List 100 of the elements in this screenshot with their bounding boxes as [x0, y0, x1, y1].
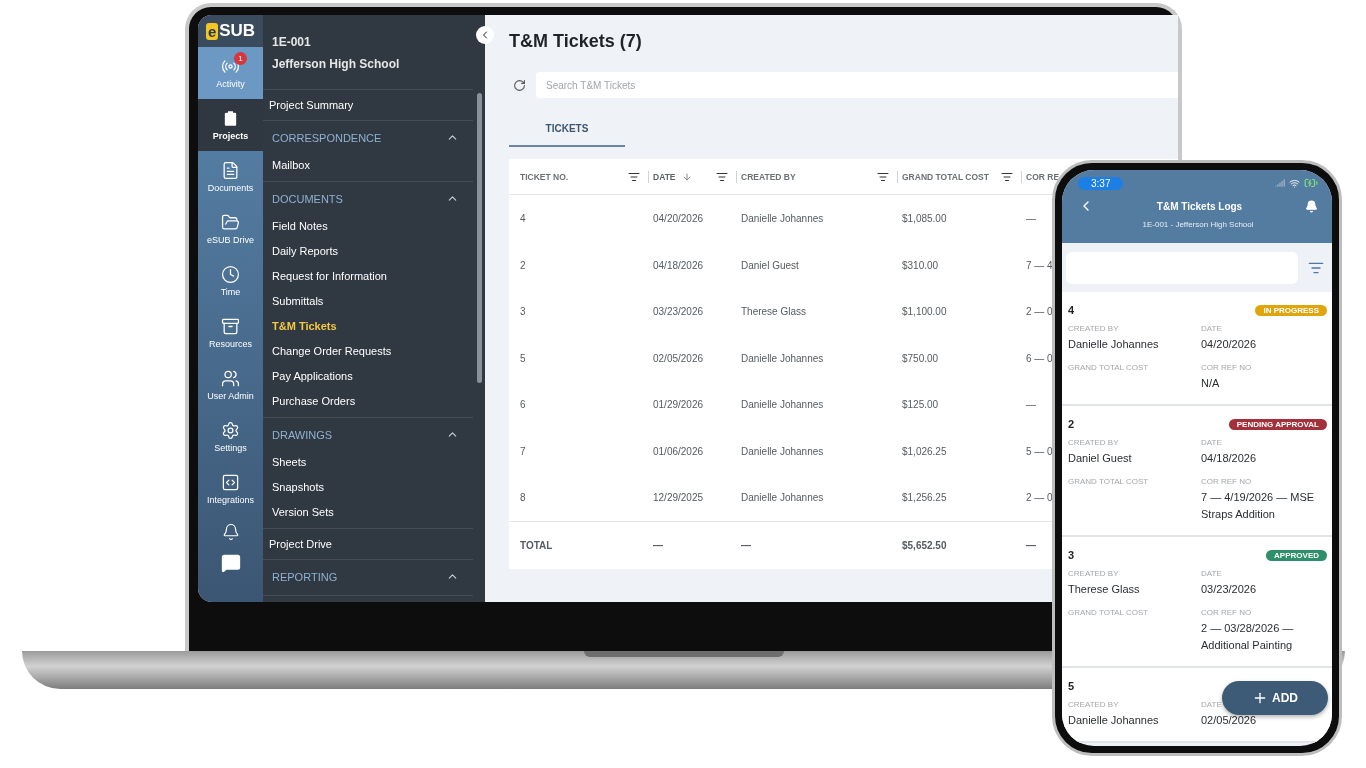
- column-header[interactable]: DATE: [653, 171, 676, 182]
- field-label: GRAND TOTAL COST: [1068, 608, 1150, 617]
- archive-box-icon: [221, 317, 240, 336]
- nav-section-header[interactable]: DRAWINGS: [263, 418, 473, 449]
- table-cell: Danielle Johannes: [741, 492, 824, 504]
- nav-link[interactable]: Change Order Requests: [263, 338, 473, 363]
- table-cell: $310.00: [902, 259, 939, 271]
- refresh-icon[interactable]: [513, 78, 526, 92]
- table-cell: 6 — 0: [1026, 352, 1053, 364]
- rail-item[interactable]: Time: [198, 255, 263, 307]
- rail-item[interactable]: Projects: [198, 99, 263, 151]
- search-field[interactable]: Search T&M Tickets: [536, 72, 1178, 98]
- status-tag: IN PROGRESS: [1255, 304, 1327, 316]
- table-cell: —: [1026, 399, 1036, 411]
- filter-icon[interactable]: [716, 170, 728, 183]
- field-label: DATE: [1201, 324, 1223, 333]
- table-cell: Danielle Johannes: [741, 445, 824, 457]
- rail-item[interactable]: Integrations: [198, 463, 263, 515]
- bell-icon[interactable]: [1305, 199, 1318, 213]
- table-cell: $125.00: [902, 399, 939, 411]
- field-value: 2 — 03/28/2026 — Additional Painting: [1201, 621, 1295, 653]
- document-icon: [221, 161, 240, 180]
- nav-link[interactable]: Version Sets: [263, 499, 473, 524]
- bell-icon[interactable]: [221, 523, 240, 541]
- page-title: T&M Tickets (7): [509, 31, 643, 52]
- table-cell: 2 — 0: [1026, 306, 1053, 318]
- table-cell: $1,085.00: [902, 213, 947, 224]
- nav-link[interactable]: Project Summary: [263, 90, 473, 120]
- filter-icon[interactable]: [877, 170, 889, 183]
- total-cell: $5,652.50: [902, 540, 947, 551]
- table-cell: Danielle Johannes: [741, 399, 824, 411]
- rail-item[interactable]: eSUB Drive: [198, 203, 263, 255]
- ticket-number: 4: [1068, 304, 1075, 316]
- ticket-card[interactable]: 4 IN PROGRESS CREATED BY Danielle Johannes DATE 04/20/2026 GRAND TOTAL COST COR REF NO N/A: [1062, 292, 1332, 406]
- nav-link[interactable]: Project Drive: [263, 529, 473, 559]
- rail-item[interactable]: Activity 1: [198, 47, 263, 99]
- field-value: Daniel Guest: [1068, 451, 1133, 466]
- nav-link[interactable]: Sheets: [263, 449, 473, 474]
- field-value: 03/23/2026: [1201, 582, 1258, 597]
- column-header[interactable]: COR RE: [1026, 171, 1060, 182]
- rail-item[interactable]: Documents: [198, 151, 263, 203]
- rail-item[interactable]: Settings: [198, 411, 263, 463]
- rail-item[interactable]: User Admin: [198, 359, 263, 411]
- nav-link[interactable]: Mailbox: [263, 152, 473, 177]
- table-cell: 01/06/2026: [653, 445, 704, 457]
- nav-link[interactable]: Request for Information: [263, 263, 473, 288]
- ticket-number: 2: [1068, 418, 1075, 430]
- nav-section-header[interactable]: REPORTING: [263, 560, 473, 591]
- collapse-button[interactable]: [476, 26, 494, 44]
- nav-section-header[interactable]: CORRESPONDENCE: [263, 121, 473, 152]
- nav-link[interactable]: Purchase Orders: [263, 388, 473, 413]
- field-label: DATE: [1201, 569, 1223, 578]
- table-cell: 4: [520, 213, 526, 224]
- table-cell: 7 — 4: [1026, 259, 1053, 271]
- table-cell: 03/23/2026: [653, 306, 704, 318]
- filter-icon[interactable]: [628, 170, 640, 183]
- nav-link[interactable]: Field Notes: [263, 213, 473, 238]
- table-cell: 3: [520, 306, 526, 318]
- scrollbar[interactable]: [473, 15, 485, 602]
- nav-link[interactable]: Submittals: [263, 288, 473, 313]
- table-cell: $1,256.25: [902, 492, 947, 504]
- column-header[interactable]: GRAND TOTAL COST: [902, 171, 989, 182]
- chat-icon[interactable]: [220, 553, 241, 573]
- folder-icon: [221, 213, 240, 232]
- table-cell: 02/05/2026: [653, 352, 704, 364]
- users-icon: [221, 369, 240, 388]
- nav-link[interactable]: Daily Reports: [263, 238, 473, 263]
- table-cell: Daniel Guest: [741, 259, 799, 271]
- filter-icon[interactable]: [1001, 170, 1013, 183]
- table-cell: 2: [520, 259, 526, 271]
- signal-icon: [1275, 178, 1285, 188]
- column-header[interactable]: TICKET NO.: [520, 171, 569, 182]
- rail-item[interactable]: Resources: [198, 307, 263, 359]
- add-button[interactable]: ADD: [1222, 681, 1328, 715]
- nav-section-header[interactable]: DOCUMENTS: [263, 182, 473, 213]
- field-value: 04/18/2026: [1201, 451, 1258, 466]
- field-label: GRAND TOTAL COST: [1068, 477, 1150, 486]
- sort-down-icon[interactable]: [681, 171, 692, 182]
- broadcast-icon: [221, 57, 240, 76]
- nav-link[interactable]: Pay Applications: [263, 363, 473, 388]
- nav-link[interactable]: T&M Tickets: [263, 313, 473, 338]
- field-label: CREATED BY: [1068, 569, 1120, 578]
- total-cell: —: [653, 540, 663, 551]
- column-header[interactable]: CREATED BY: [741, 171, 796, 182]
- ticket-card[interactable]: 3 APPROVED CREATED BY Therese Glass DATE 03/23/2026 GRAND TOTAL COST COR REF NO 2 — 03/28/2026 — Additional Painting: [1062, 537, 1332, 668]
- field-value: Danielle Johannes: [1068, 713, 1160, 728]
- clock-icon: [221, 265, 240, 284]
- field-label: CREATED BY: [1068, 324, 1120, 333]
- field-value: 04/20/2026: [1201, 337, 1258, 352]
- nav-link[interactable]: Snapshots: [263, 474, 473, 499]
- project-name: Jefferson High School: [272, 57, 401, 71]
- settings-icon: [221, 421, 240, 440]
- ticket-card[interactable]: 2 PENDING APPROVAL CREATED BY Daniel Guest DATE 04/18/2026 GRAND TOTAL COST COR REF NO 7 — 4/19/2026 — MSE Straps Addition: [1062, 406, 1332, 537]
- total-cell: —: [741, 540, 751, 551]
- table-cell: $750.00: [902, 352, 939, 364]
- tab[interactable]: TICKETS: [509, 110, 625, 147]
- notification-badge: 1: [234, 52, 247, 65]
- table-cell: 2 — 0: [1026, 492, 1053, 504]
- field-value: N/A: [1201, 376, 1221, 391]
- total-cell: —: [1026, 540, 1036, 551]
